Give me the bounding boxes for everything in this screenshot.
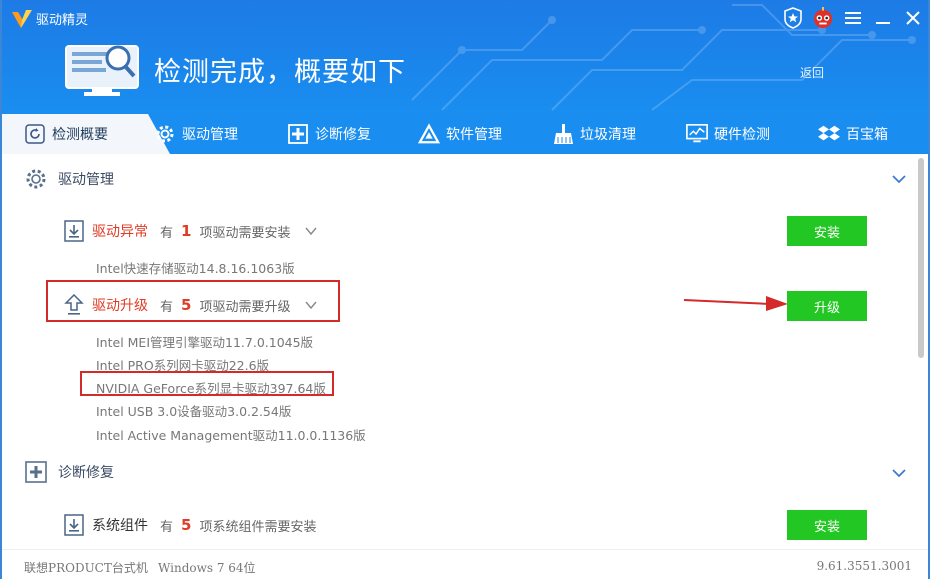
list-item: Intel快速存储驱动14.8.16.1063版 [96, 261, 295, 276]
gear-icon [26, 169, 46, 189]
chevron-down-icon[interactable] [890, 464, 908, 482]
row-suffix: 项驱动需要升级 [199, 299, 291, 315]
row-title: 驱动异常 [92, 224, 148, 240]
tab-label: 检测概要 [52, 127, 108, 143]
triangle-logo-icon [418, 123, 440, 145]
status-pc-model: 联想PRODUCT台式机 [24, 561, 148, 575]
tab-driver-management[interactable]: 驱动管理 [154, 114, 238, 154]
driver-upgrade-row: 驱动升级 有 5 项驱动需要升级 [64, 292, 318, 318]
row-count: 1 [181, 222, 192, 240]
window-controls [782, 4, 924, 32]
close-icon[interactable] [902, 7, 924, 29]
row-prefix: 有 [160, 519, 174, 535]
status-bar: 联想PRODUCT台式机 Windows 7 64位 9.61.3551.300… [2, 549, 928, 579]
tab-label: 硬件检测 [714, 127, 770, 143]
row-title: 驱动升级 [92, 298, 148, 314]
row-prefix: 有 [160, 299, 174, 315]
tab-label: 软件管理 [446, 127, 502, 143]
medical-cross-icon [287, 123, 309, 145]
gear-icon [154, 123, 176, 145]
robot-avatar-icon[interactable] [812, 7, 834, 29]
tab-label: 百宝箱 [846, 127, 888, 143]
summary-content: 驱动管理 驱动异常 有 1 项驱动需要安装 安装 Intel快速存储驱动14.8… [4, 154, 928, 549]
chevron-down-icon[interactable] [304, 224, 318, 238]
scrollbar-thumb[interactable] [918, 158, 924, 358]
section-title: 诊断修复 [58, 465, 114, 481]
medical-cross-icon [25, 461, 47, 483]
row-count: 5 [181, 296, 192, 314]
section-header-diagnose[interactable]: 诊断修复 [24, 459, 114, 485]
tab-diagnose-repair[interactable]: 诊断修复 [287, 114, 371, 154]
tab-software-management[interactable]: 软件管理 [418, 114, 502, 154]
main-tabs: 检测概要 驱动管理 诊断修复 软件管理 垃圾清理 硬件检测 百宝箱 [2, 114, 928, 154]
status-version: 9.61.3551.3001 [816, 559, 912, 573]
menu-icon[interactable] [842, 7, 864, 29]
page-headline: 检测完成，概要如下 [154, 57, 406, 88]
monitor-chart-icon [686, 123, 708, 145]
list-item: Intel MEI管理引擎驱动11.7.0.1045版 [96, 335, 314, 350]
chevron-down-icon[interactable] [890, 170, 908, 188]
tab-junk-cleanup[interactable]: 垃圾清理 [552, 114, 636, 154]
install-icon [64, 514, 84, 536]
chevron-down-icon[interactable] [304, 298, 318, 312]
dropbox-icon [818, 123, 840, 145]
app-logo-icon [12, 10, 32, 28]
header: 驱动精灵 检测完成，概要如下 返回 [2, 0, 928, 114]
driver-abnormal-row: 驱动异常 有 1 项驱动需要安装 [64, 218, 318, 244]
tab-label: 诊断修复 [315, 127, 371, 143]
tab-label: 驱动管理 [182, 127, 238, 143]
status-os: Windows 7 64位 [158, 561, 256, 575]
red-arrow-annotation [683, 296, 788, 311]
tab-summary[interactable]: 检测概要 [2, 114, 148, 154]
app-name: 驱动精灵 [36, 13, 89, 28]
tab-label: 垃圾清理 [580, 127, 636, 143]
monitor-scan-icon [65, 45, 139, 96]
tab-hardware-detection[interactable]: 硬件检测 [686, 114, 770, 154]
install-driver-button[interactable]: 安装 [787, 216, 867, 246]
section-header-driver[interactable]: 驱动管理 [24, 166, 114, 192]
broom-icon [552, 123, 574, 145]
list-item: NVIDIA GeForce系列显卡驱动397.64版 [96, 381, 326, 396]
row-prefix: 有 [160, 225, 174, 241]
system-components-row: 系统组件 有 5 项系统组件需要安装 [64, 512, 316, 538]
refresh-icon [24, 123, 46, 145]
back-link[interactable]: 返回 [800, 64, 824, 81]
list-item: Intel USB 3.0设备驱动3.0.2.54版 [96, 404, 292, 419]
install-components-button[interactable]: 安装 [787, 510, 867, 540]
row-count: 5 [181, 516, 192, 534]
tab-toolbox[interactable]: 百宝箱 [818, 114, 888, 154]
star-badge-icon[interactable] [782, 7, 804, 29]
upgrade-driver-button[interactable]: 升级 [787, 291, 867, 321]
install-icon [64, 220, 84, 242]
row-suffix: 项系统组件需要安装 [199, 519, 317, 535]
list-item: Intel Active Management驱动11.0.0.1136版 [96, 428, 366, 443]
row-suffix: 项驱动需要安装 [199, 225, 291, 241]
minimize-icon[interactable] [872, 7, 894, 29]
section-title: 驱动管理 [58, 172, 114, 188]
upgrade-arrow-icon [64, 294, 84, 315]
row-title: 系统组件 [92, 518, 148, 534]
app-window: 驱动精灵 检测完成，概要如下 返回 检测概要 驱动管理 诊断修复 软件管理 垃圾… [0, 0, 930, 579]
